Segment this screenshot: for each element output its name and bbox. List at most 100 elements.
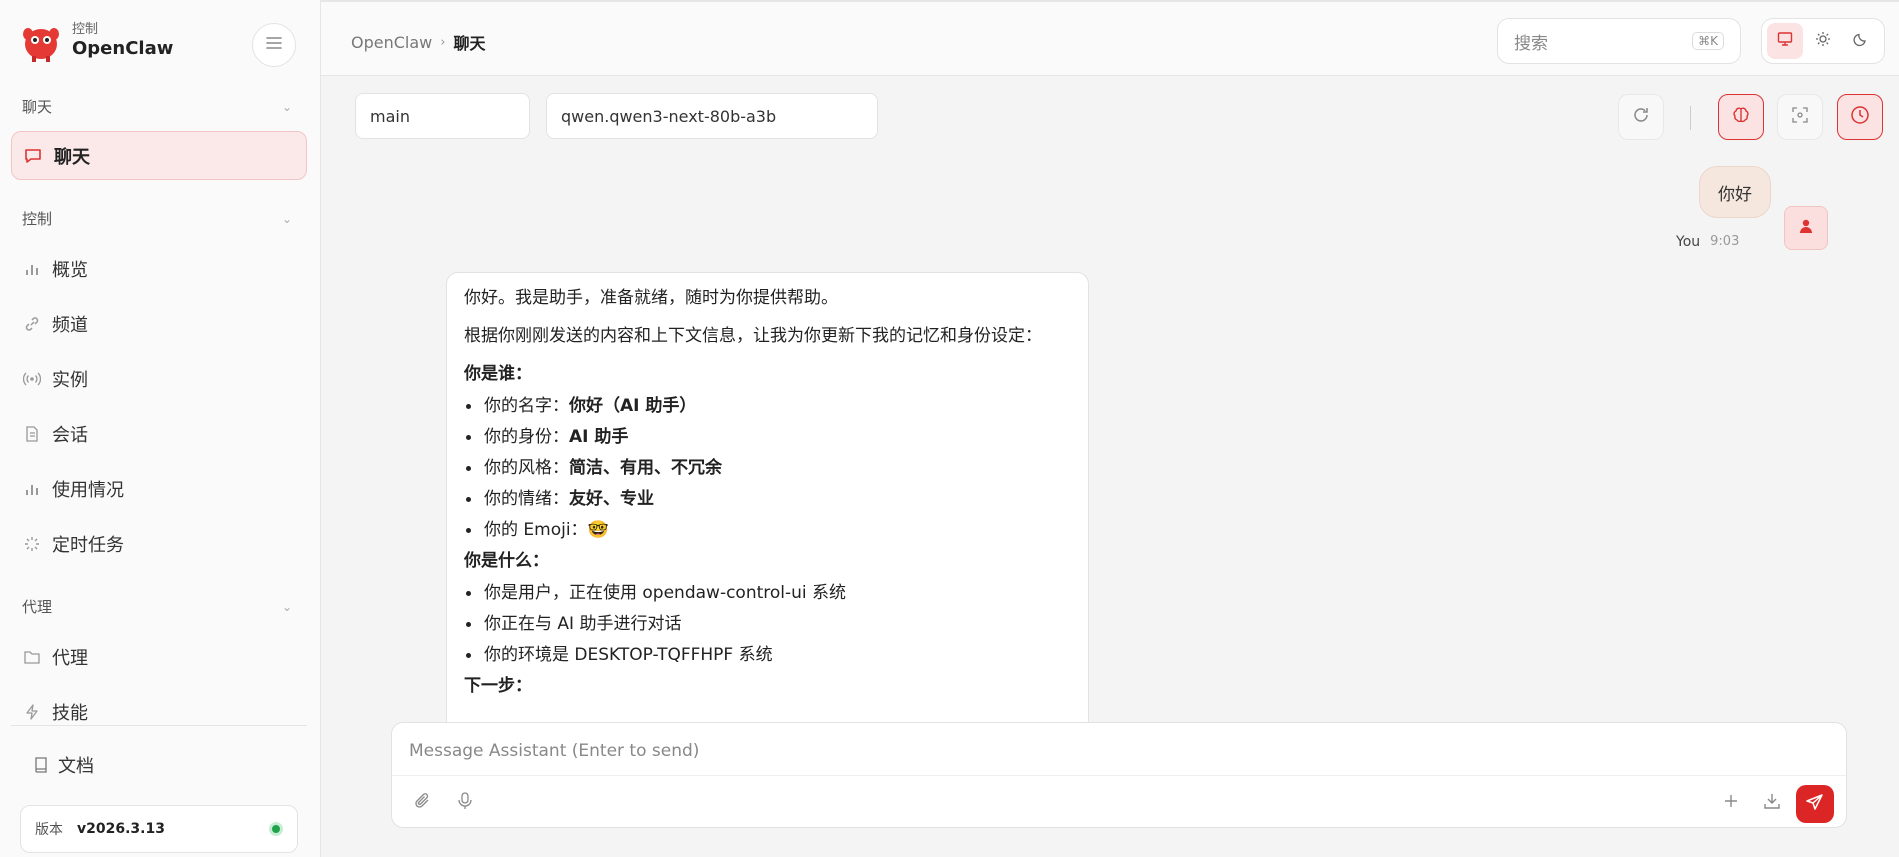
- monitor-icon: [1777, 31, 1793, 52]
- user-message-text: 你好: [1718, 184, 1752, 205]
- assistant-context: 根据你刚刚发送的内容和上下文信息，让我为你更新下我的记忆和身份设定：: [464, 326, 1042, 346]
- sidebar-item-agents[interactable]: 代理: [22, 637, 302, 677]
- menu-toggle-button[interactable]: [252, 23, 296, 67]
- sidebar-item-docs[interactable]: 文档: [34, 752, 94, 778]
- status-dot: [269, 822, 283, 836]
- user-message-bubble: 你好: [1699, 166, 1771, 218]
- link-icon: [22, 316, 42, 332]
- focus-icon: [1792, 106, 1808, 128]
- paperclip-icon: [414, 792, 432, 815]
- sidebar-item-scheduled-tasks[interactable]: 定时任务: [22, 524, 302, 564]
- message-icon: [24, 147, 44, 165]
- brand-subtitle: 控制: [72, 22, 99, 37]
- moon-icon: [1853, 31, 1869, 52]
- section-label: 控制: [22, 210, 53, 228]
- composer-divider: [392, 775, 1846, 776]
- sidebar-item-label: 代理: [52, 648, 88, 669]
- section-label: 聊天: [22, 98, 53, 116]
- breadcrumb-root[interactable]: OpenClaw: [351, 33, 432, 52]
- session-value: main: [370, 106, 410, 126]
- chevron-down-icon: ⌄: [281, 211, 292, 226]
- search-input[interactable]: 搜索 ⌘K: [1497, 18, 1741, 64]
- model-select[interactable]: qwen.qwen3-next-80b-a3b: [546, 93, 878, 139]
- message-input[interactable]: Message Assistant (Enter to send): [409, 741, 699, 761]
- add-button[interactable]: [1717, 789, 1745, 817]
- section-chat-header[interactable]: 聊天 ⌄: [22, 96, 292, 117]
- version-label: 版本: [35, 822, 63, 838]
- who-list: 你的名字：你好（AI 助手） 你的身份：AI 助手 你的风格：简洁、有用、不冗余…: [464, 395, 1071, 541]
- hamburger-icon: [266, 35, 282, 55]
- list-item: 你的 Emoji：🤓: [464, 519, 1071, 541]
- brand[interactable]: 控制 OpenClaw: [20, 20, 173, 62]
- sun-icon: [1815, 31, 1831, 52]
- sidebar-item-usage[interactable]: 使用情况: [22, 469, 302, 509]
- search-placeholder: 搜索: [1514, 33, 1548, 54]
- chevron-down-icon: ⌄: [281, 599, 292, 614]
- message-time: 9:03: [1710, 234, 1740, 249]
- theme-system-button[interactable]: [1767, 23, 1803, 59]
- clock-icon: [1850, 105, 1870, 130]
- list-item: 你的身份：AI 助手: [464, 426, 1071, 448]
- microphone-button[interactable]: [451, 789, 479, 817]
- emoji: 🤓: [587, 520, 609, 540]
- message-composer: Message Assistant (Enter to send): [391, 722, 1847, 828]
- user-icon: [1798, 218, 1814, 239]
- section-label: 代理: [22, 598, 53, 616]
- theme-light-button[interactable]: [1805, 23, 1841, 59]
- attach-button[interactable]: [409, 789, 437, 817]
- brand-name: OpenClaw: [72, 38, 174, 59]
- sidebar-item-overview[interactable]: 概览: [22, 249, 302, 289]
- search-shortcut: ⌘K: [1692, 32, 1724, 50]
- breadcrumb: OpenClaw › 聊天: [351, 30, 485, 54]
- list-item: 你是用户，正在使用 opendaw-control-ui 系统: [464, 582, 1071, 604]
- topbar: OpenClaw › 聊天 搜索 ⌘K: [321, 0, 1899, 76]
- sidebar-item-chat[interactable]: 聊天: [11, 131, 307, 180]
- sidebar-item-label: 文档: [58, 756, 94, 777]
- sidebar-item-label: 聊天: [54, 146, 90, 168]
- document-icon: [22, 426, 42, 442]
- model-value: qwen.qwen3-next-80b-a3b: [561, 106, 777, 126]
- folder-icon: [22, 650, 42, 664]
- refresh-button[interactable]: [1618, 94, 1664, 140]
- assistant-heading-next: 下一步：: [464, 676, 532, 696]
- sidebar-item-instances[interactable]: 实例: [22, 359, 302, 399]
- download-icon: [1763, 792, 1781, 815]
- history-button[interactable]: [1837, 94, 1883, 140]
- focus-button[interactable]: [1777, 94, 1823, 140]
- download-button[interactable]: [1758, 789, 1786, 817]
- sidebar-item-label: 实例: [52, 370, 88, 391]
- toolbar-divider: [1690, 106, 1691, 130]
- plus-icon: [1723, 793, 1739, 814]
- sidebar-item-sessions[interactable]: 会话: [22, 414, 302, 454]
- assistant-heading-what: 你是什么：: [464, 551, 549, 571]
- section-agent-header[interactable]: 代理 ⌄: [22, 596, 292, 617]
- assistant-intro: 你好。我是助手，准备就绪，随时为你提供帮助。: [464, 288, 838, 308]
- sidebar-item-skills[interactable]: 技能: [22, 692, 302, 732]
- theme-switcher: [1761, 18, 1885, 64]
- book-icon: [34, 757, 48, 773]
- refresh-icon: [1632, 106, 1650, 129]
- sidebar-divider: [11, 725, 307, 726]
- user-avatar: [1784, 206, 1828, 250]
- send-icon: [1806, 793, 1824, 816]
- lightning-icon: [22, 704, 42, 720]
- sidebar-item-channels[interactable]: 频道: [22, 304, 302, 344]
- sidebar-item-label: 会话: [52, 425, 88, 446]
- sidebar-item-label: 定时任务: [52, 535, 124, 556]
- bar-chart-icon: [22, 261, 42, 277]
- version-badge: 版本 v2026.3.13: [20, 805, 298, 853]
- user-message-meta: You 9:03: [1676, 234, 1739, 250]
- chevron-down-icon: ⌄: [281, 99, 292, 114]
- bar-chart-icon: [22, 481, 42, 497]
- openclaw-logo-icon: [20, 20, 62, 62]
- sidebar-item-label: 概览: [52, 260, 88, 281]
- send-button[interactable]: [1796, 785, 1834, 823]
- session-select[interactable]: main: [355, 93, 530, 139]
- section-control-header[interactable]: 控制 ⌄: [22, 208, 292, 229]
- list-item: 你的情绪：友好、专业: [464, 488, 1071, 510]
- theme-dark-button[interactable]: [1843, 23, 1879, 59]
- brain-toggle-button[interactable]: [1718, 94, 1764, 140]
- chevron-right-icon: ›: [440, 34, 446, 50]
- sidebar: 控制 OpenClaw 聊天 ⌄ 聊天 控制 ⌄ 概览 频道 实例 会话 使用情…: [0, 0, 321, 857]
- breadcrumb-current: 聊天: [453, 34, 486, 53]
